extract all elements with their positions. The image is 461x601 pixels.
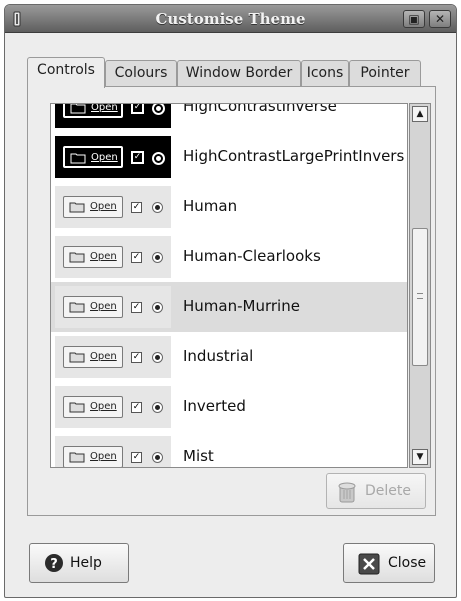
preview-checkbox-icon: ✓ — [131, 352, 142, 363]
tab-window-border-label: Window Border — [185, 65, 293, 81]
theme-name: Human — [183, 197, 238, 215]
customise-theme-window: Customise Theme ▣ ✕ Controls Colours Win… — [4, 4, 457, 598]
close-x-icon — [358, 553, 380, 575]
preview-radio-icon — [152, 152, 165, 165]
theme-name: HighContrastInverse — [183, 103, 337, 115]
theme-name: Human-Murrine — [183, 297, 300, 315]
theme-name: Industrial — [183, 347, 254, 365]
preview-radio-icon — [152, 452, 163, 463]
close-label: Close — [388, 555, 427, 571]
close-button[interactable]: Close — [343, 543, 435, 583]
scrollbar-thumb[interactable] — [412, 228, 428, 366]
theme-preview: Open ✓ — [55, 103, 171, 128]
theme-preview: Open ✓ — [55, 286, 171, 328]
folder-icon — [70, 153, 86, 164]
theme-row[interactable]: Open ✓ Mist — [51, 432, 407, 467]
preview-open-label: Open — [90, 401, 117, 412]
folder-icon — [69, 202, 85, 213]
folder-icon — [69, 352, 85, 363]
preview-open-label: Open — [90, 251, 117, 262]
preview-open-label: Open — [90, 351, 117, 362]
tab-icons-label: Icons — [306, 65, 344, 81]
help-icon: ? — [45, 554, 63, 572]
theme-name: Inverted — [183, 397, 246, 415]
tab-window-border[interactable]: Window Border — [177, 60, 301, 87]
theme-row[interactable]: Open ✓ HighContrastLargePrintInvers — [51, 132, 407, 182]
preview-checkbox-icon: ✓ — [131, 302, 142, 313]
preview-radio-icon — [152, 104, 165, 115]
preview-open-button: Open — [63, 446, 123, 467]
minimize-button[interactable]: ▣ — [403, 10, 425, 28]
tab-controls[interactable]: Controls — [27, 57, 105, 88]
preview-radio-icon — [152, 252, 163, 263]
preview-checkbox-icon: ✓ — [131, 452, 142, 463]
folder-icon — [69, 402, 85, 413]
tab-colours-label: Colours — [114, 65, 168, 81]
preview-open-button: Open — [63, 346, 123, 368]
folder-icon — [69, 252, 85, 263]
preview-open-button: Open — [63, 296, 123, 318]
preview-open-label: Open — [90, 201, 117, 212]
theme-preview: Open ✓ — [55, 136, 171, 178]
folder-icon — [69, 452, 85, 463]
preview-checkbox-icon: ✓ — [131, 104, 144, 114]
preview-open-label: Open — [90, 301, 117, 312]
preview-checkbox-icon: ✓ — [131, 151, 144, 164]
preview-open-button: Open — [63, 246, 123, 268]
scroll-up-arrow-icon[interactable]: ▲ — [412, 106, 428, 122]
theme-row[interactable]: Open ✓ Inverted — [51, 382, 407, 432]
preview-radio-icon — [152, 202, 163, 213]
delete-button[interactable]: Delete — [326, 473, 426, 509]
tab-colours[interactable]: Colours — [105, 60, 177, 87]
preview-checkbox-icon: ✓ — [131, 252, 142, 263]
preview-open-button: Open — [63, 396, 123, 418]
close-window-button[interactable]: ✕ — [429, 10, 451, 28]
theme-list[interactable]: Open ✓ HighContrastInverse Open ✓ HighContras… — [50, 103, 408, 468]
preview-open-label: Open — [91, 152, 118, 163]
theme-row[interactable]: Open ✓ Human-Murrine — [51, 282, 407, 332]
scroll-down-arrow-icon[interactable]: ▼ — [412, 449, 428, 465]
tab-pointer[interactable]: Pointer — [349, 60, 421, 87]
minimize-icon: ▣ — [408, 12, 420, 26]
preview-radio-icon — [152, 402, 163, 413]
help-label: Help — [70, 555, 102, 571]
theme-row[interactable]: Open ✓ Industrial — [51, 332, 407, 382]
tab-icons[interactable]: Icons — [301, 60, 349, 87]
theme-name: Mist — [183, 447, 214, 465]
theme-preview: Open ✓ — [55, 336, 171, 378]
theme-row[interactable]: Open ✓ Human — [51, 182, 407, 232]
theme-row[interactable]: Open ✓ HighContrastInverse — [51, 103, 407, 132]
theme-name: HighContrastLargePrintInvers — [183, 147, 405, 165]
svg-text:?: ? — [50, 557, 58, 572]
close-icon: ✕ — [434, 12, 446, 26]
preview-open-button: Open — [63, 196, 123, 218]
theme-preview: Open ✓ — [55, 436, 171, 467]
help-button[interactable]: ? Help — [29, 543, 129, 583]
grip-icon — [417, 293, 423, 299]
delete-label: Delete — [365, 483, 411, 499]
folder-icon — [69, 302, 85, 313]
preview-open-button: Open — [63, 103, 123, 118]
folder-icon — [70, 104, 86, 114]
preview-radio-icon — [152, 302, 163, 313]
theme-row[interactable]: Open ✓ Human-Clearlooks — [51, 232, 407, 282]
tab-pointer-label: Pointer — [360, 65, 410, 81]
theme-name: Human-Clearlooks — [183, 247, 321, 265]
preview-open-button: Open — [63, 146, 123, 168]
theme-preview: Open ✓ — [55, 236, 171, 278]
trash-icon — [338, 482, 356, 503]
theme-preview: Open ✓ — [55, 186, 171, 228]
title-bar[interactable]: Customise Theme ▣ ✕ — [5, 5, 456, 33]
list-scrollbar[interactable]: ▲ ▼ — [409, 103, 431, 468]
preview-radio-icon — [152, 352, 163, 363]
preview-open-label: Open — [91, 103, 118, 113]
preview-checkbox-icon: ✓ — [131, 402, 142, 413]
preview-checkbox-icon: ✓ — [131, 202, 142, 213]
window-title: Customise Theme — [155, 10, 306, 28]
preview-open-label: Open — [90, 451, 117, 462]
theme-preview: Open ✓ — [55, 386, 171, 428]
tab-controls-label: Controls — [37, 62, 95, 78]
